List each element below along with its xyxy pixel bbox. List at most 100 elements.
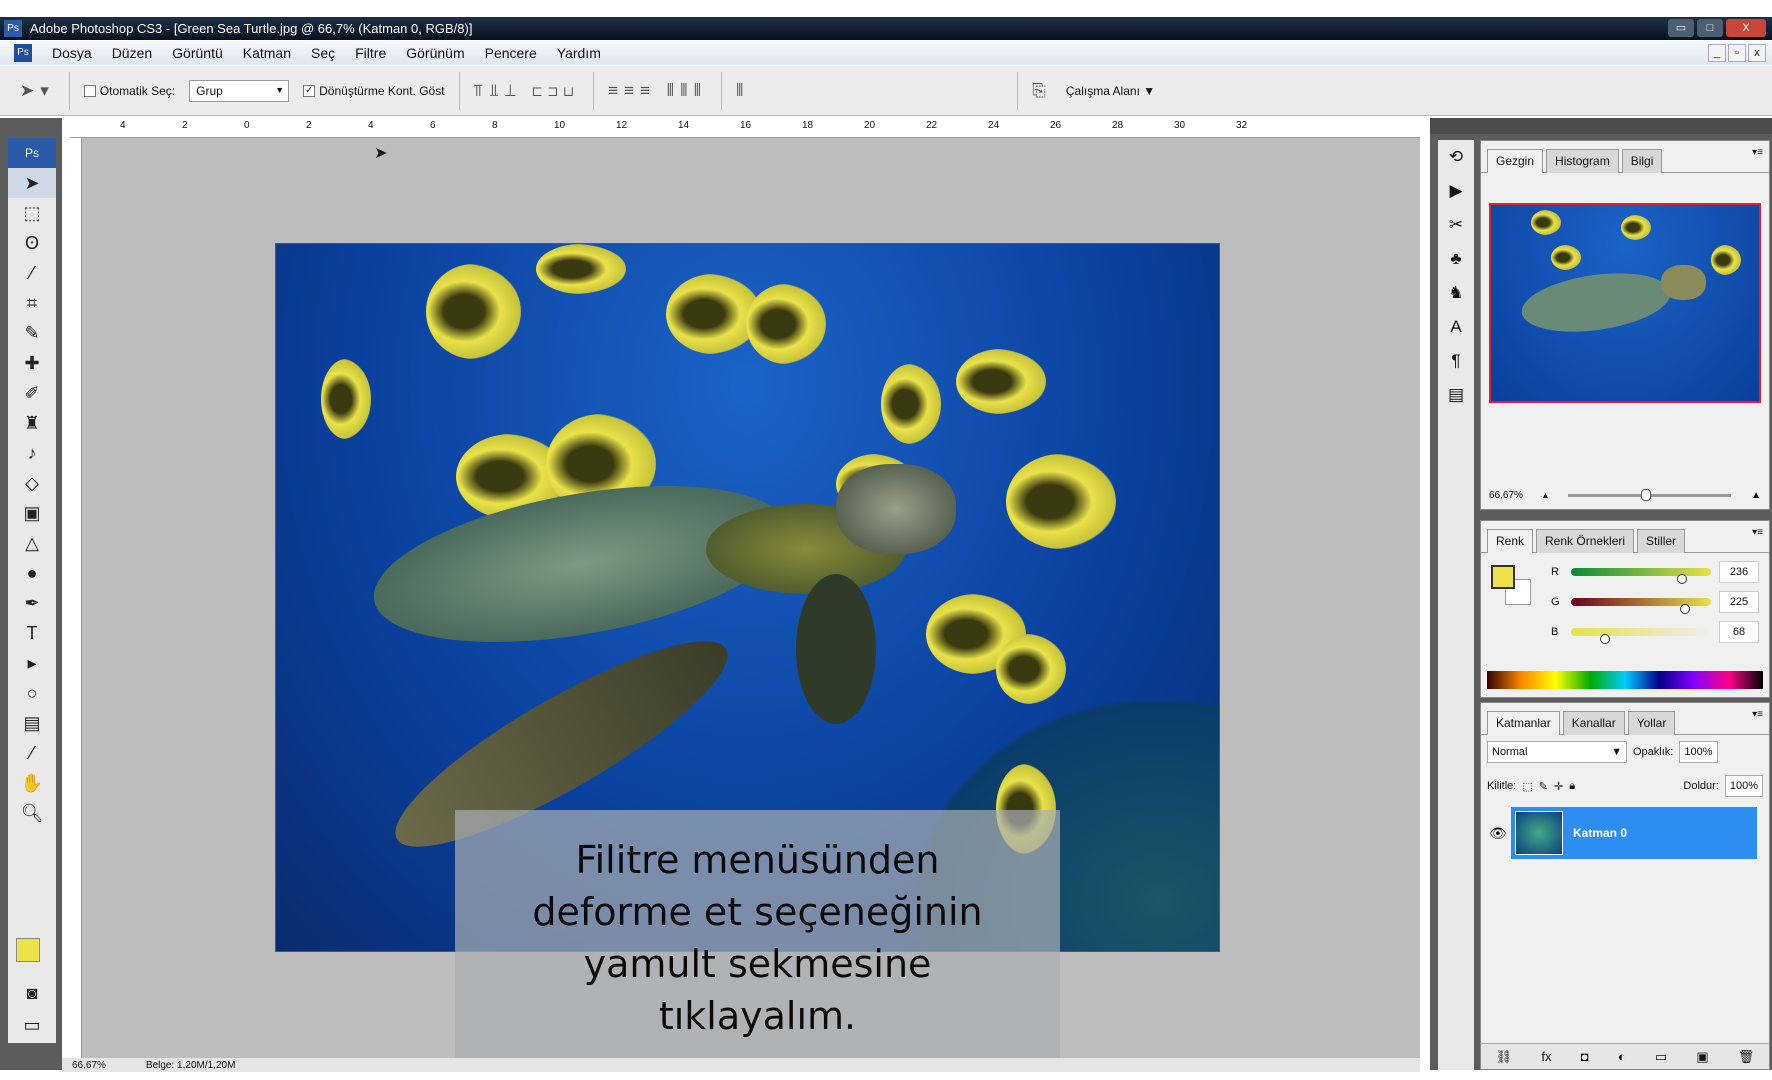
channel-slider[interactable]: [1571, 628, 1711, 644]
eraser-icon[interactable]: ◇: [8, 468, 56, 498]
maximize-button[interactable]: □: [1697, 19, 1723, 37]
opacity-field[interactable]: 100%: [1679, 741, 1718, 763]
channel-slider[interactable]: [1571, 598, 1711, 614]
tab-channels[interactable]: Kanallar: [1562, 711, 1625, 735]
auto-select-checkbox[interactable]: Otomatik Seç:: [83, 84, 175, 98]
color-spectrum-ramp[interactable]: [1487, 671, 1763, 689]
healing-brush-icon[interactable]: ✚: [8, 348, 56, 378]
doc-restore-button[interactable]: ▫: [1728, 44, 1746, 62]
shape-tool-icon[interactable]: ○: [8, 678, 56, 708]
panel-menu-icon[interactable]: ▾≡: [1752, 147, 1763, 158]
blur-tool-icon[interactable]: △: [8, 528, 56, 558]
layer-style-icon[interactable]: fx: [1541, 1049, 1551, 1064]
layer-row[interactable]: Katman 0: [1511, 807, 1757, 859]
tab-color[interactable]: Renk: [1487, 529, 1534, 553]
tab-swatches[interactable]: Renk Örnekleri: [1536, 529, 1635, 553]
lasso-tool-icon[interactable]: ʘ: [8, 228, 56, 258]
new-group-icon[interactable]: ▭: [1655, 1049, 1667, 1065]
visibility-eye-icon[interactable]: 👁︎: [1489, 825, 1507, 842]
menu-gorunum[interactable]: Görünüm: [406, 45, 464, 61]
lock-transparency-icon[interactable]: ⬚: [1522, 780, 1532, 793]
menu-pencere[interactable]: Pencere: [485, 45, 537, 61]
blend-mode-dropdown[interactable]: Normal ▼: [1487, 741, 1627, 763]
photoshop-menu-icon[interactable]: Ps: [14, 44, 32, 62]
zoom-tool-icon[interactable]: 🔍︎: [8, 798, 56, 828]
dodge-tool-icon[interactable]: ●: [8, 558, 56, 588]
layer-comps-icon[interactable]: ▤: [1438, 378, 1474, 412]
panel-menu-icon[interactable]: ▾≡: [1752, 527, 1763, 538]
paragraph-panel-icon[interactable]: ¶: [1438, 344, 1474, 378]
status-zoom[interactable]: 66,67%: [72, 1060, 106, 1071]
clone-stamp-icon[interactable]: ♜: [8, 408, 56, 438]
panel-menu-icon[interactable]: ▾≡: [1752, 709, 1763, 720]
menu-sec[interactable]: Seç: [311, 45, 335, 61]
character-panel-icon[interactable]: A: [1438, 310, 1474, 344]
align-icons[interactable]: ⫪⫫⊥ ⊏⊐⊔: [474, 81, 580, 101]
path-selection-icon[interactable]: ▸: [8, 648, 56, 678]
minimize-button[interactable]: ▭: [1668, 19, 1694, 37]
zoom-out-icon[interactable]: ▴: [1543, 490, 1548, 501]
navigator-zoom-slider[interactable]: [1567, 489, 1732, 501]
fill-field[interactable]: 100%: [1724, 775, 1763, 797]
tab-navigator[interactable]: Gezgin: [1487, 149, 1544, 173]
clone-source-icon[interactable]: ♞: [1438, 276, 1474, 310]
menu-duzen[interactable]: Düzen: [112, 45, 152, 61]
slice-tool-icon[interactable]: ✎: [8, 318, 56, 348]
marquee-tool-icon[interactable]: ⬚: [8, 198, 56, 228]
type-tool-icon[interactable]: T: [8, 618, 56, 648]
lock-pixels-icon[interactable]: ✎: [1539, 780, 1548, 793]
history-brush-icon[interactable]: ♪: [8, 438, 56, 468]
distribute-icons[interactable]: ≡≡≡ ⦀⦀⦀: [608, 81, 707, 101]
channel-value[interactable]: 236: [1719, 561, 1759, 583]
menu-dosya[interactable]: Dosya: [52, 45, 92, 61]
screen-mode-icon[interactable]: ▭: [8, 1010, 56, 1040]
color-foreground-swatch[interactable]: [1491, 565, 1515, 589]
move-tool-preset-icon[interactable]: ➤▾: [20, 81, 55, 101]
show-transform-checkbox[interactable]: ✓ Dönüştürme Kont. Göst: [303, 84, 445, 98]
auto-select-dropdown[interactable]: Grup: [189, 79, 290, 102]
new-layer-icon[interactable]: ▣: [1696, 1049, 1708, 1065]
history-panel-icon[interactable]: ⟲: [1438, 140, 1474, 174]
brushes-panel-icon[interactable]: ♣: [1438, 242, 1474, 276]
pen-tool-icon[interactable]: ✒: [8, 588, 56, 618]
actions-panel-icon[interactable]: ▶: [1438, 174, 1474, 208]
lock-position-icon[interactable]: ✛: [1554, 780, 1563, 793]
tab-paths[interactable]: Yollar: [1627, 711, 1676, 735]
move-tool-icon[interactable]: ➤: [8, 168, 56, 198]
dock-header[interactable]: [1430, 118, 1772, 134]
eyedropper-icon[interactable]: ⁄: [8, 738, 56, 768]
channel-slider[interactable]: [1571, 568, 1711, 584]
channel-value[interactable]: 68: [1719, 621, 1759, 643]
channel-value[interactable]: 225: [1719, 591, 1759, 613]
notes-tool-icon[interactable]: ▤: [8, 708, 56, 738]
bridge-icon[interactable]: ⎘: [1032, 81, 1052, 101]
menu-katman[interactable]: Katman: [243, 45, 291, 61]
menu-filtre[interactable]: Filtre: [355, 45, 386, 61]
lock-all-icon[interactable]: 🔒︎: [1569, 780, 1575, 793]
adjustment-layer-icon[interactable]: ◐: [1618, 1049, 1626, 1064]
foreground-color-swatch[interactable]: [16, 938, 40, 962]
zoom-in-icon[interactable]: ▲: [1751, 490, 1761, 501]
tab-histogram[interactable]: Histogram: [1546, 149, 1619, 173]
menu-yardim[interactable]: Yardım: [557, 45, 601, 61]
quick-mask-icon[interactable]: ◙: [8, 978, 56, 1008]
workspace-dropdown[interactable]: Çalışma Alanı ▼: [1066, 84, 1155, 98]
gradient-tool-icon[interactable]: ▣: [8, 498, 56, 528]
navigator-thumbnail[interactable]: [1489, 203, 1761, 403]
tool-presets-icon[interactable]: ✂: [1438, 208, 1474, 242]
layer-mask-icon[interactable]: ◘: [1581, 1049, 1589, 1064]
tab-styles[interactable]: Stiller: [1637, 529, 1686, 553]
auto-align-icon[interactable]: ⫴: [736, 81, 749, 101]
hand-tool-icon[interactable]: ✋: [8, 768, 56, 798]
menu-goruntu[interactable]: Görüntü: [172, 45, 223, 61]
delete-layer-icon[interactable]: 🗑︎: [1738, 1049, 1755, 1065]
doc-close-button[interactable]: x: [1748, 44, 1766, 62]
link-layers-icon[interactable]: ⛓: [1496, 1049, 1513, 1065]
status-doc-size[interactable]: Belge: 1,20M/1,20M: [146, 1060, 236, 1071]
close-button[interactable]: X: [1726, 19, 1766, 37]
tab-info[interactable]: Bilgi: [1621, 149, 1663, 173]
navigator-zoom-value[interactable]: 66,67%: [1489, 490, 1523, 501]
brush-tool-icon[interactable]: ✐: [8, 378, 56, 408]
magic-wand-icon[interactable]: ⁄: [8, 258, 56, 288]
tab-layers[interactable]: Katmanlar: [1487, 711, 1560, 735]
